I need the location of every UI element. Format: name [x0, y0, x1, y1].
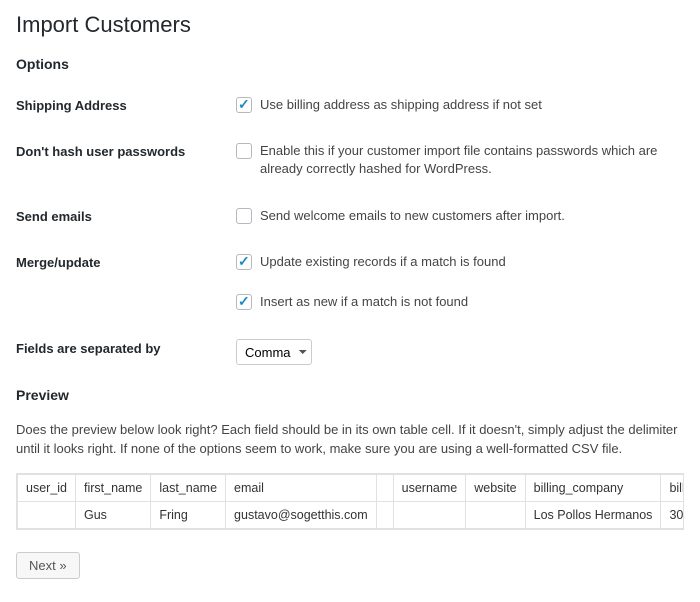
hash-checkbox[interactable] — [236, 143, 252, 159]
page-title: Import Customers — [16, 12, 684, 38]
preview-heading: Preview — [16, 387, 684, 403]
delimiter-select[interactable]: Comma — [236, 339, 312, 365]
preview-cell: Gus — [76, 501, 151, 528]
delimiter-label: Fields are separated by — [16, 333, 236, 387]
emails-label: Send emails — [16, 201, 236, 247]
preview-table-wrapper: user_idfirst_namelast_nameemail usernamew… — [16, 473, 684, 530]
emails-checkbox[interactable] — [236, 208, 252, 224]
hash-checkbox-label: Enable this if your customer import file… — [260, 142, 684, 178]
preview-description: Does the preview below look right? Each … — [16, 421, 684, 459]
preview-column-header: billing_company — [525, 474, 661, 501]
preview-cell: gustavo@sogetthis.com — [226, 501, 377, 528]
shipping-checkbox-row[interactable]: Use billing address as shipping address … — [236, 96, 684, 114]
shipping-label: Shipping Address — [16, 90, 236, 136]
merge-update-label: Update existing records if a match is fo… — [260, 253, 506, 271]
preview-column-header: first_name — [76, 474, 151, 501]
preview-column-header — [376, 474, 393, 501]
emails-checkbox-row[interactable]: Send welcome emails to new customers aft… — [236, 207, 684, 225]
preview-column-header: email — [226, 474, 377, 501]
shipping-checkbox-label: Use billing address as shipping address … — [260, 96, 542, 114]
options-table: Shipping Address Use billing address as … — [16, 90, 684, 387]
preview-cell — [376, 501, 393, 528]
preview-cell: Los Pollos Hermanos — [525, 501, 661, 528]
preview-column-header: last_name — [151, 474, 226, 501]
preview-column-header: user_id — [18, 474, 76, 501]
table-row: GusFringgustavo@sogetthis.com Los Pollos … — [18, 501, 685, 528]
preview-cell — [18, 501, 76, 528]
preview-cell: Fring — [151, 501, 226, 528]
next-button[interactable]: Next » — [16, 552, 80, 579]
preview-cell: 308 Negra Arroyo Lan — [661, 501, 684, 528]
preview-table: user_idfirst_namelast_nameemail usernamew… — [17, 474, 684, 529]
merge-insert-label: Insert as new if a match is not found — [260, 293, 468, 311]
hash-label: Don't hash user passwords — [16, 136, 236, 200]
preview-column-header: username — [393, 474, 466, 501]
emails-checkbox-label: Send welcome emails to new customers aft… — [260, 207, 565, 225]
hash-checkbox-row[interactable]: Enable this if your customer import file… — [236, 142, 684, 178]
merge-insert-checkbox[interactable] — [236, 294, 252, 310]
preview-column-header: website — [466, 474, 525, 501]
shipping-checkbox[interactable] — [236, 97, 252, 113]
merge-update-row[interactable]: Update existing records if a match is fo… — [236, 253, 684, 271]
merge-update-checkbox[interactable] — [236, 254, 252, 270]
merge-insert-row[interactable]: Insert as new if a match is not found — [236, 293, 684, 311]
preview-cell — [466, 501, 525, 528]
preview-cell — [393, 501, 466, 528]
preview-column-header: billing_address_1 — [661, 474, 684, 501]
options-heading: Options — [16, 56, 684, 72]
merge-label: Merge/update — [16, 247, 236, 333]
